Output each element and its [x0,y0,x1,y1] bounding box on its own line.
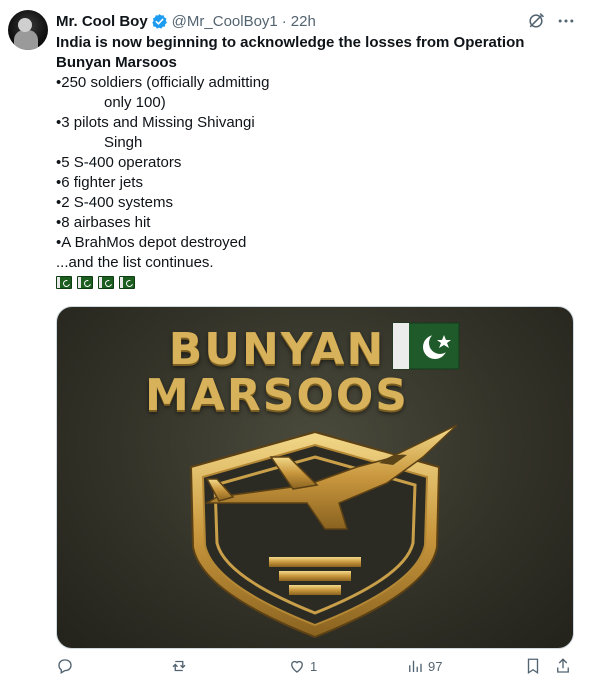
media-headline: BUNYAN MARSOOS [57,327,497,419]
more-options-icon[interactable] [556,11,576,31]
avatar-figure-head [18,18,32,32]
tweet-line: Singh [104,134,143,151]
media-headline-line1: BUNYAN [168,324,386,375]
retweet-icon [172,660,186,672]
author-name[interactable]: Mr. Cool Boy [56,13,148,30]
verified-badge-icon [152,13,167,29]
pakistan-flag-icon [56,276,72,289]
tweet-header: Mr. Cool Boy @Mr_CoolBoy1 · 22h [56,11,316,31]
tweet-time[interactable]: 22h [291,13,316,30]
views-count: 97 [428,658,443,674]
tweet[interactable]: Mr. Cool Boy @Mr_CoolBoy1 · 22h India is… [0,0,593,675]
heart-icon [291,660,303,673]
tweet-actions-bar: 1 97 [56,657,576,677]
tweet-line: •8 airbases hit [56,214,151,231]
bookmark-button[interactable] [524,657,542,675]
tweet-text: India is now beginning to acknowledge th… [56,33,571,289]
retweet-button[interactable] [170,657,192,675]
tweet-line: •2 S-400 systems [56,194,173,211]
views-button[interactable]: 97 [406,657,442,675]
like-button[interactable]: 1 [288,657,317,675]
tweet-line: •250 soldiers (officially admitting [56,74,270,91]
media-headline-line2: MARSOOS [145,370,409,421]
tweet-media-image[interactable]: BUNYAN MARSOOS [56,306,574,649]
grok-icon[interactable] [526,11,546,31]
reply-button[interactable] [56,657,78,675]
avatar-figure-body [14,30,38,50]
author-handle[interactable]: @Mr_CoolBoy1 [172,13,278,30]
tweet-line: •5 S-400 operators [56,154,182,171]
pakistan-flag-icon [77,276,93,289]
views-chart-icon [409,660,422,672]
tweet-line: •A BrahMos depot destroyed [56,234,247,251]
flag-emoji-row [56,276,571,289]
like-count: 1 [310,658,318,674]
separator-dot: · [281,12,287,30]
tweet-line: •3 pilots and Missing Shivangi [56,114,255,131]
pakistan-flag-icon [98,276,114,289]
share-icon [557,658,569,673]
share-button[interactable] [554,657,572,675]
tweet-line: ...and the list continues. [56,254,214,271]
bookmark-icon [527,658,539,675]
tweet-line: only 100) [104,94,166,111]
reply-icon [58,659,72,674]
avatar[interactable] [8,10,48,50]
pakistan-flag-icon [119,276,135,289]
tweet-title: India is now beginning to acknowledge th… [56,34,525,71]
tweet-line: •6 fighter jets [56,174,143,191]
